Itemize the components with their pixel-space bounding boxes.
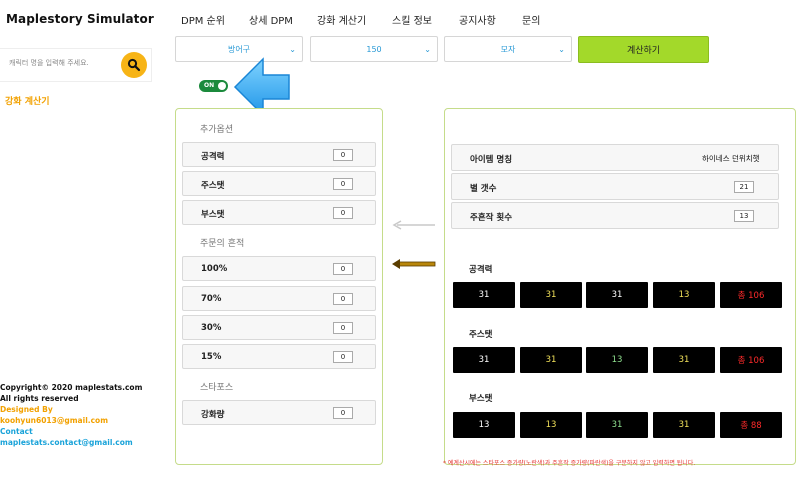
footnote-text: * 예계산시에는 스타포스 증가량(노란색)과 주흔작 증가량(파란색)을 구분… <box>443 460 696 467</box>
stat-cell: 31 <box>586 282 648 308</box>
chevron-down-icon: ⌄ <box>289 45 296 54</box>
section-title-additional: 추가옵션 <box>200 125 234 135</box>
row-label: 강화량 <box>201 410 225 420</box>
scroll-count-input[interactable]: 13 <box>734 210 754 222</box>
row-label: 공격력 <box>201 152 225 162</box>
section-title-scroll: 주문의 흔적 <box>200 239 245 249</box>
nav-detail-dpm[interactable]: 상세 DPM <box>249 12 293 27</box>
input-row-sub-stat[interactable]: 부스탯 0 <box>182 200 376 225</box>
character-search-input[interactable] <box>9 59 121 67</box>
stat-cell: 13 <box>653 282 715 308</box>
row-value-input[interactable]: 0 <box>333 407 353 419</box>
footer-copyright: Copyright© 2020 maplestats.com <box>0 383 143 392</box>
footer-designed-email[interactable]: koohyun6013@gmail.com <box>0 416 108 427</box>
row-label: 부스탯 <box>201 210 225 220</box>
item-name-value: 하이네스 던위치햇 <box>702 154 760 163</box>
level-select[interactable]: 150 ⌄ <box>310 36 438 62</box>
stat-cell: 31 <box>586 412 648 438</box>
input-row-70[interactable]: 70% 0 <box>182 286 376 311</box>
nav-contact[interactable]: 문의 <box>522 12 540 27</box>
row-value-input[interactable]: 0 <box>333 263 353 275</box>
equipment-type-value: 방어구 <box>227 44 251 54</box>
row-value-input[interactable]: 0 <box>333 322 353 334</box>
toggle-label: ON <box>204 81 215 89</box>
input-row-30[interactable]: 30% 0 <box>182 315 376 340</box>
footer-rights: All rights reserved <box>0 394 79 403</box>
stat-total-cell: 총 88 <box>720 412 782 438</box>
stat-cell: 13 <box>520 412 582 438</box>
scroll-count-label: 주흔작 횟수 <box>470 213 513 223</box>
row-value-input[interactable]: 0 <box>333 149 353 161</box>
stat-cell: 13 <box>586 347 648 373</box>
search-icon <box>127 58 141 72</box>
star-count-row[interactable]: 별 갯수 21 <box>451 173 779 200</box>
arrow-left-icon <box>392 220 435 230</box>
footer-designed-label: Designed By <box>0 405 53 414</box>
stat-title-sub: 부스탯 <box>469 394 493 404</box>
stat-cell: 31 <box>520 347 582 373</box>
star-count-input[interactable]: 21 <box>734 181 754 193</box>
stat-title-attack: 공격력 <box>469 265 493 275</box>
nav-skill-info[interactable]: 스킬 정보 <box>392 12 432 27</box>
chevron-down-icon: ⌄ <box>424 45 431 54</box>
toggle-knob <box>218 82 226 90</box>
on-off-toggle[interactable]: ON <box>199 80 228 92</box>
input-row-enhance[interactable]: 강화량 0 <box>182 400 376 425</box>
search-button[interactable] <box>121 52 147 78</box>
item-name-label: 아이템 명칭 <box>470 155 513 165</box>
stat-cell: 31 <box>453 282 515 308</box>
stat-cell: 31 <box>453 347 515 373</box>
row-value-input[interactable]: 0 <box>333 178 353 190</box>
brand-logo[interactable]: Maplestory Simulator <box>6 12 154 26</box>
item-part-value: 모자 <box>500 44 516 54</box>
footer-contact-label: Contact <box>0 427 33 436</box>
item-part-select[interactable]: 모자 ⌄ <box>444 36 572 62</box>
row-label: 70% <box>201 294 222 304</box>
row-label: 주스탯 <box>201 181 225 191</box>
sidebar-item-enhance-calc[interactable]: 강화 계산기 <box>5 94 50 107</box>
input-row-attack[interactable]: 공격력 0 <box>182 142 376 167</box>
nav-dpm-rank[interactable]: DPM 순위 <box>181 12 225 27</box>
item-name-row: 아이템 명칭 하이네스 던위치햇 <box>451 144 779 171</box>
scroll-count-row[interactable]: 주흔작 횟수 13 <box>451 202 779 229</box>
stat-cell: 31 <box>653 412 715 438</box>
row-value-input[interactable]: 0 <box>333 293 353 305</box>
row-value-input[interactable]: 0 <box>333 207 353 219</box>
stat-cell: 31 <box>520 282 582 308</box>
app-root: Maplestory Simulator DPM 순위 상세 DPM 강화 계산… <box>0 0 800 483</box>
stat-cell: 31 <box>653 347 715 373</box>
chevron-down-icon: ⌄ <box>558 45 565 54</box>
calculate-button[interactable]: 계산하기 <box>578 36 709 63</box>
row-label: 30% <box>201 323 222 333</box>
stat-total-cell: 총 106 <box>720 347 782 373</box>
row-value-input[interactable]: 0 <box>333 351 353 363</box>
footer-contact-email[interactable]: maplestats.contact@gmail.com <box>0 438 133 449</box>
stat-title-main: 주스탯 <box>469 330 493 340</box>
input-row-100[interactable]: 100% 0 <box>182 256 376 281</box>
nav-enhance-calc[interactable]: 강화 계산기 <box>317 12 366 27</box>
input-row-15[interactable]: 15% 0 <box>182 344 376 369</box>
nav-notice[interactable]: 공지사항 <box>459 12 496 27</box>
row-label: 100% <box>201 264 228 274</box>
level-value: 150 <box>366 44 382 54</box>
stat-total-cell: 총 106 <box>720 282 782 308</box>
section-title-starforce: 스타포스 <box>200 383 234 393</box>
stat-cell: 13 <box>453 412 515 438</box>
arrow-left-gold-icon <box>392 259 436 269</box>
input-row-main-stat[interactable]: 주스탯 0 <box>182 171 376 196</box>
row-label: 15% <box>201 352 222 362</box>
star-count-label: 별 갯수 <box>470 184 497 194</box>
